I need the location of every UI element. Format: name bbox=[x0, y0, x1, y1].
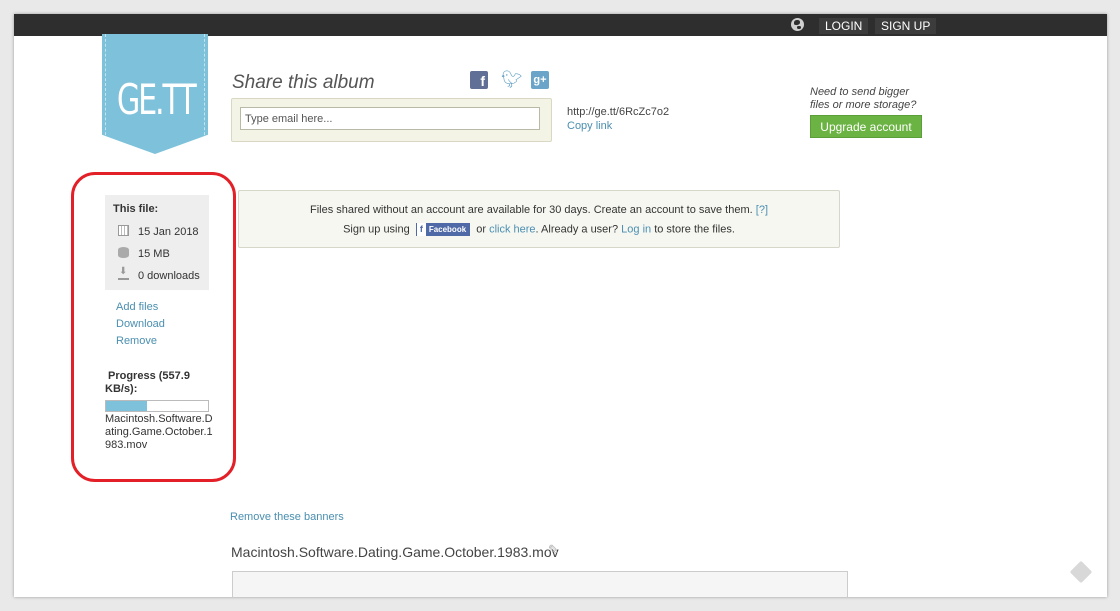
or-text: or bbox=[476, 223, 486, 236]
top-bar: LOGIN SIGN UP bbox=[14, 14, 1107, 36]
notice-line1: Files shared without an account are avai… bbox=[239, 204, 839, 216]
globe-icon[interactable] bbox=[791, 18, 804, 31]
notice-line2: Sign up using f Facebook or click here. A… bbox=[239, 223, 839, 236]
album-url: http://ge.tt/6RcZc7o2 bbox=[567, 106, 670, 118]
remove-banners-link[interactable]: Remove these banners bbox=[230, 511, 344, 523]
upgrade-prompt: Need to send bigger files or more storag… bbox=[810, 86, 930, 112]
signup-prefix: Sign up using bbox=[343, 223, 410, 236]
already-text: . Already a user? bbox=[535, 223, 619, 236]
click-here-link[interactable]: click here bbox=[489, 223, 535, 235]
copy-link[interactable]: Copy link bbox=[567, 120, 612, 132]
email-input[interactable] bbox=[240, 107, 540, 130]
file-preview-area bbox=[232, 571, 848, 597]
upgrade-prompt-line1: Need to send bigger bbox=[810, 86, 910, 98]
login-link[interactable]: Log in bbox=[621, 223, 651, 235]
gett-logo[interactable]: GE.TT bbox=[102, 34, 208, 154]
upgrade-account-button[interactable]: Upgrade account bbox=[810, 115, 922, 138]
help-link[interactable]: [?] bbox=[756, 204, 768, 216]
signup-button[interactable]: SIGN UP bbox=[875, 18, 937, 34]
facebook-label: Facebook bbox=[428, 225, 467, 234]
browser-page: LOGIN SIGN UP GE.TT Share this album f 🐦… bbox=[14, 14, 1107, 597]
highlight-annotation bbox=[71, 172, 236, 482]
googleplus-share-icon[interactable]: g+ bbox=[531, 71, 549, 89]
share-title: Share this album bbox=[232, 72, 375, 93]
facebook-signup-button[interactable]: f Facebook bbox=[415, 223, 471, 236]
file-title: Macintosh.Software.Dating.Game.October.1… bbox=[231, 544, 559, 560]
pencil-edit-icon[interactable]: ✎ bbox=[548, 542, 559, 558]
notice-suffix: to store the files. bbox=[654, 223, 735, 236]
share-email-box bbox=[231, 98, 552, 142]
twitter-share-icon[interactable]: 🐦︎ bbox=[501, 71, 523, 89]
login-button[interactable]: LOGIN bbox=[819, 18, 869, 34]
facebook-share-icon[interactable]: f bbox=[470, 71, 488, 89]
notice-banner: Files shared without an account are avai… bbox=[238, 190, 840, 248]
tag-icon[interactable] bbox=[1069, 560, 1093, 584]
logo-text: GE.TT bbox=[116, 75, 197, 124]
facebook-icon: f bbox=[416, 223, 426, 236]
notice-text: Files shared without an account are avai… bbox=[310, 204, 753, 216]
upgrade-prompt-line2: files or more storage? bbox=[810, 99, 917, 111]
